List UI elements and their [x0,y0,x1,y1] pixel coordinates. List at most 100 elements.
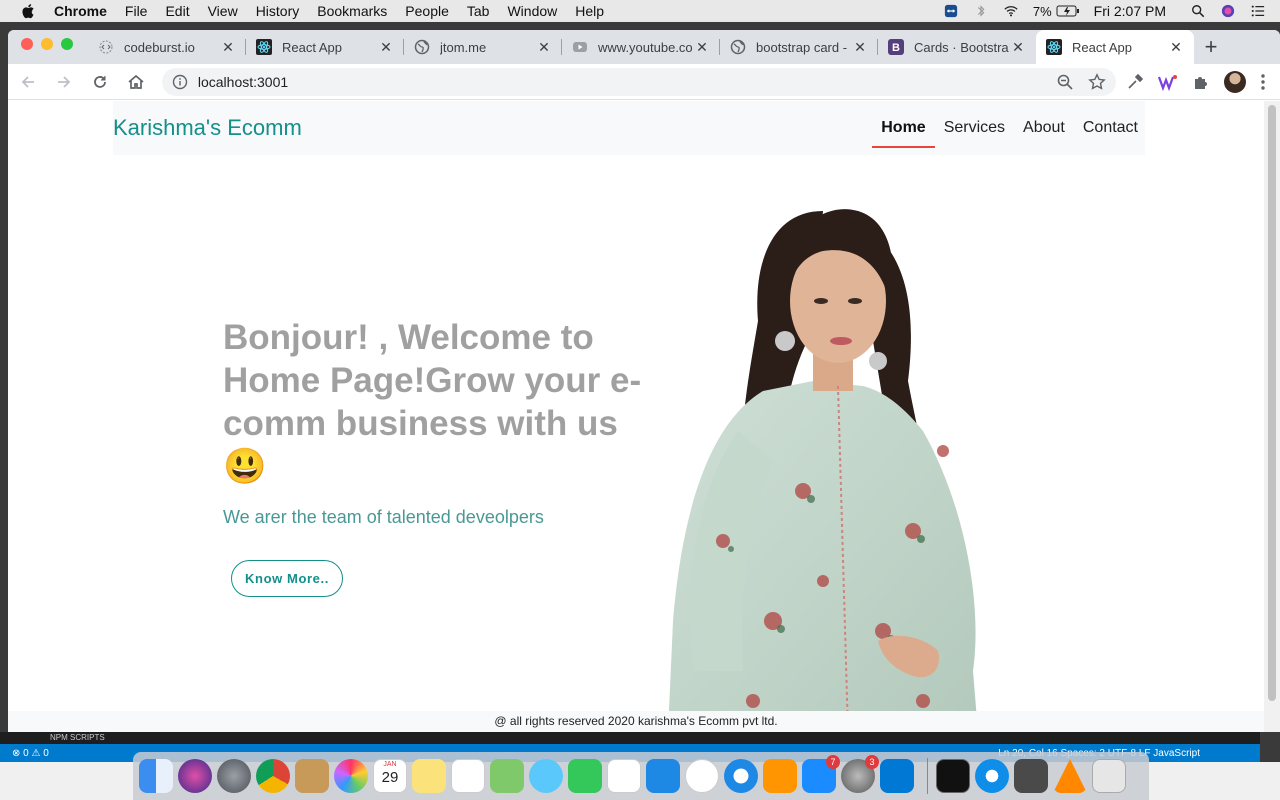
vscode-npm-scripts-panel[interactable]: NPM SCRIPTS [0,732,1260,744]
tab-jtom[interactable]: jtom.me ✕ [404,30,562,64]
tab-title: codeburst.io [124,39,195,55]
app-store-badge: 7 [826,755,840,769]
bootstrap-icon: B [888,39,904,55]
reminders-icon[interactable] [451,759,485,793]
scrollbar-thumb[interactable] [1268,105,1276,701]
home-button[interactable] [120,66,152,98]
close-tab-icon[interactable]: ✕ [1168,39,1184,56]
youtube-icon [572,39,588,55]
chrome-icon[interactable] [256,759,290,793]
sublime-text-icon[interactable] [1014,759,1048,793]
close-tab-icon[interactable]: ✕ [694,39,710,56]
tab-bootstrap-cards[interactable]: B Cards · Bootstra ✕ [878,30,1036,64]
system-preferences-icon[interactable]: 3 [841,755,879,793]
nav-home[interactable]: Home [872,119,936,148]
notification-center-icon[interactable] [1250,4,1266,18]
menu-window[interactable]: Window [507,3,557,19]
site-navbar: Karishma's Ecomm Home Services About Con… [113,101,1145,155]
close-tab-icon[interactable]: ✕ [378,39,394,56]
nav-services[interactable]: Services [941,119,1008,137]
zoom-window-button[interactable] [61,38,73,50]
terminal-icon[interactable] [936,759,970,793]
close-window-button[interactable] [21,38,33,50]
menu-bookmarks[interactable]: Bookmarks [317,3,387,19]
close-tab-icon[interactable]: ✕ [220,39,236,56]
know-more-button[interactable]: Know More.. [231,560,343,597]
siri-icon[interactable] [178,759,212,793]
zoom-icon[interactable] [1056,73,1074,91]
notes-icon[interactable] [412,759,446,793]
keynote-icon[interactable] [646,759,680,793]
tab-react-app-active[interactable]: React App ✕ [1036,30,1194,64]
apple-menu-icon[interactable] [20,3,38,19]
page-footer: @ all rights reserved 2020 karishma's Ec… [8,711,1264,732]
vscode-icon[interactable] [880,759,914,793]
menu-people[interactable]: People [405,3,449,19]
vlc-icon[interactable] [1053,759,1087,793]
globe-icon [414,39,430,55]
chrome-window: codeburst.io ✕ React App ✕ jtom.me ✕ www… [8,30,1280,732]
calendar-icon[interactable]: JAN 29 [373,759,407,793]
extensions-puzzle-icon[interactable] [1192,73,1210,91]
system-preferences-badge: 3 [865,755,879,769]
bluetooth-icon[interactable] [973,4,989,18]
spotlight-search-icon[interactable] [1190,4,1206,18]
menu-app-name[interactable]: Chrome [54,3,107,19]
menu-edit[interactable]: Edit [165,3,189,19]
siri-icon[interactable] [1220,4,1236,18]
teamviewer-icon[interactable] [975,759,1009,793]
tab-react-app[interactable]: React App ✕ [246,30,404,64]
arrow-left-icon [21,75,34,88]
menubar-clock[interactable]: Fri 2:07 PM [1094,3,1166,19]
trash-icon[interactable] [1092,759,1126,793]
facetime-icon[interactable] [568,759,602,793]
menu-help[interactable]: Help [575,3,604,19]
nav-contact[interactable]: Contact [1080,119,1141,137]
eyedropper-extension-icon[interactable] [1126,73,1144,91]
photos-icon[interactable] [334,759,368,793]
battery-charging-icon[interactable] [1056,4,1080,18]
launchpad-icon[interactable] [217,759,251,793]
maps-icon[interactable] [490,759,524,793]
bookmark-star-icon[interactable] [1088,72,1106,91]
app-store-icon[interactable]: 7 [802,755,840,793]
numbers-icon[interactable] [607,759,641,793]
menu-tab[interactable]: Tab [467,3,490,19]
new-tab-button[interactable]: + [1194,30,1228,64]
close-tab-icon[interactable]: ✕ [852,39,868,56]
calendar-day: 29 [381,769,399,786]
tab-bootstrap-card-search[interactable]: bootstrap card - ✕ [720,30,878,64]
wifi-icon[interactable] [1003,4,1019,18]
safari-icon[interactable] [724,759,758,793]
reload-button[interactable] [84,66,116,98]
books-icon[interactable] [763,759,797,793]
music-icon[interactable] [685,759,719,793]
chrome-menu-icon[interactable] [1260,73,1266,91]
page-viewport: Karishma's Ecomm Home Services About Con… [8,101,1264,732]
contacts-icon[interactable] [295,759,329,793]
vscode-problems-count[interactable]: ⊗ 0 ⚠ 0 [12,748,49,759]
tab-youtube[interactable]: www.youtube.co ✕ [562,30,720,64]
teamviewer-menu-icon[interactable] [943,4,959,18]
page-scrollbar[interactable] [1264,101,1280,732]
menu-file[interactable]: File [125,3,148,19]
minimize-window-button[interactable] [41,38,53,50]
wappalyzer-extension-icon[interactable] [1158,73,1178,91]
close-tab-icon[interactable]: ✕ [1010,39,1026,56]
back-button[interactable] [12,66,44,98]
info-icon[interactable] [172,74,188,90]
calendar-month: JAN [383,761,397,768]
macos-dock: JAN 29 7 3 [133,752,1149,800]
forward-button[interactable] [48,66,80,98]
tab-codeburst[interactable]: codeburst.io ✕ [88,30,246,64]
close-tab-icon[interactable]: ✕ [536,39,552,56]
address-bar[interactable]: localhost:3001 [161,67,1116,96]
site-brand[interactable]: Karishma's Ecomm [113,115,302,141]
messages-icon[interactable] [529,759,563,793]
nav-about[interactable]: About [1020,119,1068,137]
profile-avatar[interactable] [1224,70,1246,93]
menu-view[interactable]: View [208,3,238,19]
finder-icon[interactable] [139,759,173,793]
reload-icon [94,75,106,88]
menu-history[interactable]: History [256,3,300,19]
